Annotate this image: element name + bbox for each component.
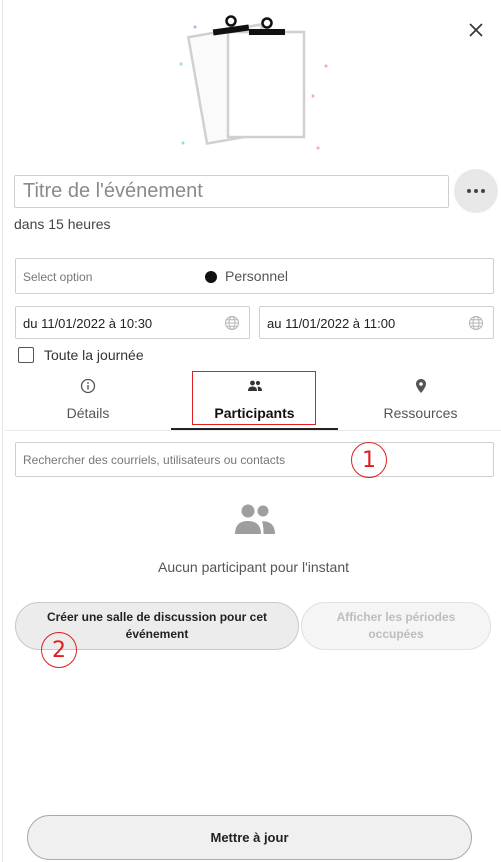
event-editor-panel: dans 15 heures Select option Personnel d…: [2, 0, 501, 862]
calendar-color-dot: [205, 271, 217, 283]
end-date-text: au 11/01/2022 à 11:00: [267, 316, 396, 331]
all-day-checkbox[interactable]: [18, 347, 34, 363]
more-options-button[interactable]: [454, 169, 498, 213]
people-icon: [235, 504, 275, 534]
globe-icon[interactable]: [468, 315, 484, 331]
calendar-select-placeholder: Select option: [23, 270, 93, 284]
relative-time-text: dans 15 heures: [14, 216, 111, 232]
close-icon: [469, 23, 483, 37]
all-day-toggle[interactable]: Toute la journée: [18, 346, 144, 364]
tabs-divider: [5, 430, 501, 431]
end-date-field[interactable]: au 11/01/2022 à 11:00: [259, 306, 494, 339]
close-button[interactable]: [465, 19, 487, 41]
tab-resources[interactable]: Ressources: [338, 372, 501, 430]
show-busy-periods-button: Afficher les périodes occupées: [301, 602, 491, 650]
annotation-highlight-box: [192, 371, 316, 425]
event-title-input[interactable]: [14, 175, 449, 208]
more-horizontal-icon: [467, 189, 471, 193]
tab-resources-label: Ressources: [383, 405, 458, 421]
more-dot: [481, 189, 485, 193]
all-day-label: Toute la journée: [44, 347, 144, 363]
clipboard-illustration: [179, 15, 328, 150]
annotation-callout-2: 2: [41, 632, 77, 668]
more-dot: [474, 189, 478, 193]
location-pin-icon: [415, 379, 426, 393]
globe-icon[interactable]: [224, 315, 240, 331]
start-date-text: du 11/01/2022 à 10:30: [23, 316, 153, 331]
start-date-field[interactable]: du 11/01/2022 à 10:30: [15, 306, 250, 339]
calendar-select-value: Personnel: [225, 268, 289, 284]
tab-details-label: Détails: [66, 405, 110, 421]
participant-search-input[interactable]: [15, 442, 494, 477]
annotation-callout-1: 1: [351, 442, 387, 478]
update-button[interactable]: Mettre à jour: [27, 815, 472, 860]
tab-details[interactable]: Détails: [13, 372, 163, 430]
empty-state-text: Aucun participant pour l'instant: [157, 559, 349, 575]
info-icon: [80, 378, 96, 394]
calendar-select[interactable]: Select option Personnel: [15, 258, 494, 294]
